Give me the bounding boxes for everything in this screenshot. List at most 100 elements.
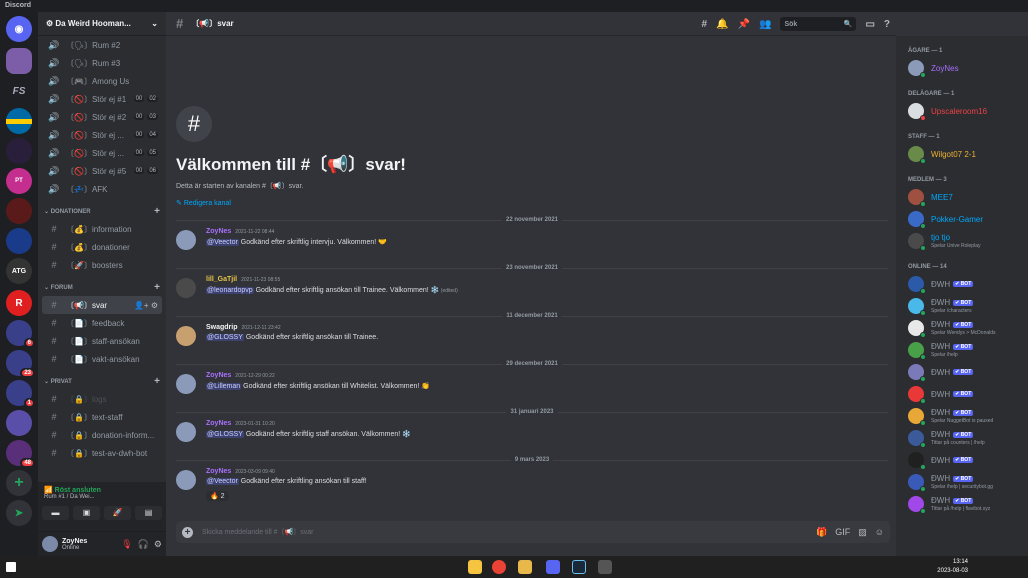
- plus-icon[interactable]: +: [154, 282, 160, 293]
- channel-logs[interactable]: # 〔🔒〕logs: [42, 390, 162, 408]
- server-icon[interactable]: FS: [6, 78, 32, 104]
- server-icon[interactable]: PT: [6, 168, 32, 194]
- server-icon[interactable]: 1: [6, 380, 35, 408]
- user-mention[interactable]: @Veector: [206, 239, 239, 246]
- channel-donationer[interactable]: # 〔💰〕donationer: [42, 238, 162, 256]
- channel-st-r-ej-5[interactable]: 🔊 〔🚫〕Stör ej #5 00 06: [42, 162, 162, 180]
- member-item[interactable]: MEE7: [896, 186, 1028, 208]
- activity-button[interactable]: 🚀: [104, 506, 131, 520]
- server-icon[interactable]: R: [6, 290, 32, 316]
- channel-rum-2[interactable]: 🔊 〔🗣〕Rum #2: [42, 36, 162, 54]
- member-item[interactable]: ÐWH ✔ BOT Spelar NuggetBot is paused: [896, 405, 1028, 427]
- camera-button[interactable]: ▬: [42, 506, 69, 520]
- member-item[interactable]: ÐWH ✔ BOT: [896, 273, 1028, 295]
- author-name[interactable]: Swagdrip: [206, 324, 238, 331]
- channel-rum-3[interactable]: 🔊 〔🗣〕Rum #3: [42, 54, 162, 72]
- channel-vakt-ans-kan[interactable]: # 〔📄〕vakt-ansökan: [42, 350, 162, 368]
- avatar[interactable]: [176, 470, 196, 490]
- channel-st-r-ej-[interactable]: 🔊 〔🚫〕Stör ej ... 00 05: [42, 144, 162, 162]
- member-item[interactable]: ÐWH ✔ BOT: [896, 361, 1028, 383]
- server-icon[interactable]: [6, 138, 32, 164]
- inbox-icon[interactable]: ▭: [865, 19, 874, 30]
- deafen-icon[interactable]: 🎧: [138, 539, 149, 550]
- channel-among-us[interactable]: 🔊 〔🎮〕Among Us: [42, 72, 162, 90]
- user-mention[interactable]: @Veector: [206, 478, 239, 485]
- search-input[interactable]: Sök 🔍: [780, 17, 857, 31]
- server-icon[interactable]: [6, 108, 32, 134]
- avatar[interactable]: [42, 536, 58, 552]
- screen-share-button[interactable]: ▣: [73, 506, 100, 520]
- member-item[interactable]: ÐWH ✔ BOT Spelar Wendys > McDonalds: [896, 317, 1028, 339]
- channel-svar[interactable]: # 〔📢〕svar 👤+ ⚙: [42, 296, 162, 314]
- avatar[interactable]: [176, 422, 196, 442]
- server-icon[interactable]: [6, 48, 32, 74]
- app-icon[interactable]: [598, 560, 612, 574]
- category-privat[interactable]: ⌄ PRIVAT +: [38, 372, 166, 390]
- explore-button[interactable]: ➤: [6, 500, 32, 526]
- avatar[interactable]: [176, 374, 196, 394]
- edit-channel-link[interactable]: ✎ Redigera kanal: [176, 199, 406, 207]
- member-item[interactable]: ÐWH ✔ BOT Spelar /help: [896, 339, 1028, 361]
- help-icon[interactable]: ?: [884, 19, 890, 30]
- gear-icon[interactable]: ⚙: [154, 539, 162, 550]
- channel-boosters[interactable]: # 〔🚀〕boosters: [42, 256, 162, 274]
- server-icon[interactable]: 23: [6, 350, 35, 378]
- user-mention[interactable]: @GLOSSY: [206, 431, 244, 438]
- message-input[interactable]: Skicka meddelande till #〔📢〕svar: [202, 527, 313, 537]
- author-name[interactable]: ZoyNes: [206, 372, 231, 379]
- gift-icon[interactable]: 🎁: [816, 527, 827, 538]
- plus-icon[interactable]: +: [154, 376, 160, 387]
- member-item[interactable]: ÐWH ✔ BOT: [896, 449, 1028, 471]
- windows-start-icon[interactable]: [6, 562, 16, 572]
- channel-information[interactable]: # 〔💰〕information: [42, 220, 162, 238]
- members-icon[interactable]: 👥: [759, 19, 771, 30]
- user-mention[interactable]: @GLOSSY: [206, 334, 244, 341]
- member-item[interactable]: ÐWH ✔ BOT: [896, 383, 1028, 405]
- server-header[interactable]: ⚙ Da Weird Hooman... ⌄: [38, 12, 166, 36]
- pin-icon[interactable]: 📌: [738, 19, 750, 30]
- steam-icon[interactable]: [572, 560, 586, 574]
- member-item[interactable]: ZoyNes: [896, 57, 1028, 79]
- server-icon[interactable]: [6, 198, 32, 224]
- channel-staff-ans-kan[interactable]: # 〔📄〕staff-ansökan: [42, 332, 162, 350]
- member-item[interactable]: ÐWH ✔ BOT Tittar på counters | /help: [896, 427, 1028, 449]
- emoji-icon[interactable]: ☺: [875, 527, 884, 538]
- server-icon[interactable]: [6, 228, 32, 254]
- chrome-icon[interactable]: [492, 560, 506, 574]
- threads-icon[interactable]: #: [702, 19, 708, 30]
- avatar[interactable]: [176, 278, 196, 298]
- discord-taskbar-icon[interactable]: [546, 560, 560, 574]
- plus-icon[interactable]: +: [154, 206, 160, 217]
- channel-test-av-dwh-bot[interactable]: # 〔🔒〕test-av-dwh-bot: [42, 444, 162, 462]
- channel-st-r-ej-[interactable]: 🔊 〔🚫〕Stör ej ... 00 04: [42, 126, 162, 144]
- author-name[interactable]: ZoyNes: [206, 420, 231, 427]
- author-name[interactable]: ZoyNes: [206, 228, 231, 235]
- user-mention[interactable]: @leonardopvp: [206, 287, 254, 294]
- member-item[interactable]: ÐWH ✔ BOT Spelar /characters: [896, 295, 1028, 317]
- message-composer[interactable]: + Skicka meddelande till #〔📢〕svar 🎁 GIF …: [176, 521, 890, 543]
- category-donationer[interactable]: ⌄ DONATIONER +: [38, 202, 166, 220]
- plus-icon[interactable]: +: [182, 526, 193, 538]
- channel-st-r-ej-2[interactable]: 🔊 〔🚫〕Stör ej #2 00 03: [42, 108, 162, 126]
- server-icon[interactable]: 6: [6, 320, 35, 348]
- gif-icon[interactable]: GIF: [835, 527, 850, 538]
- member-item[interactable]: ÐWH ✔ BOT Spelar /help | securitybot.gg: [896, 471, 1028, 493]
- channel-feedback[interactable]: # 〔📄〕feedback: [42, 314, 162, 332]
- server-icon[interactable]: [6, 410, 32, 436]
- avatar[interactable]: [176, 230, 196, 250]
- author-name[interactable]: ZoyNes: [206, 468, 231, 475]
- sticker-icon[interactable]: ▨: [858, 527, 867, 538]
- member-item[interactable]: ÐWH ✔ BOT Tittar på /help | flavibot.xyz: [896, 493, 1028, 515]
- channel-st-r-ej-1[interactable]: 🔊 〔🚫〕Stör ej #1 00 02: [42, 90, 162, 108]
- channel-afk[interactable]: 🔊 〔💤〕AFK: [42, 180, 162, 198]
- member-item[interactable]: Pokker-Gamer: [896, 208, 1028, 230]
- member-item[interactable]: tjo tjo Spelar Unive Roleplay: [896, 230, 1028, 252]
- member-item[interactable]: Wilgot07 2-1: [896, 143, 1028, 165]
- avatar[interactable]: [176, 326, 196, 346]
- member-item[interactable]: Upscaleroom16: [896, 100, 1028, 122]
- author-name[interactable]: lill_GaTjil: [206, 276, 237, 283]
- folder-icon[interactable]: [518, 560, 532, 574]
- soundboard-button[interactable]: ▤: [135, 506, 162, 520]
- category-forum[interactable]: ⌄ FORUM +: [38, 278, 166, 296]
- channel-donation-inform-[interactable]: # 〔🔒〕donation-inform...: [42, 426, 162, 444]
